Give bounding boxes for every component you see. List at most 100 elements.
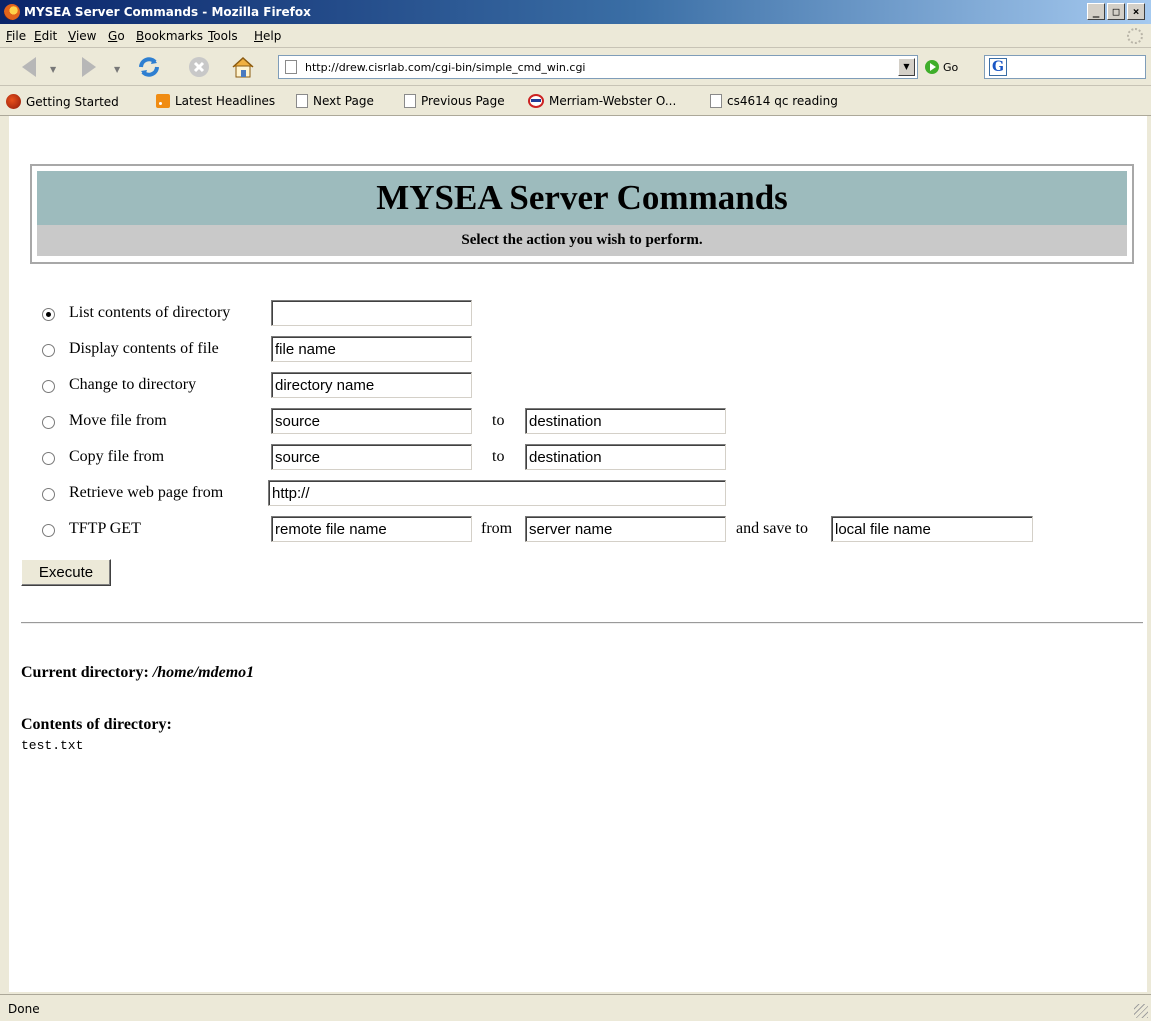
- bookmark-next-page[interactable]: Next Page: [296, 94, 374, 108]
- copy-source-input[interactable]: [271, 444, 472, 470]
- bookmark-merriam-webster[interactable]: Merriam-Webster O...: [528, 94, 676, 108]
- action-row-move: Move file from to: [9, 408, 1147, 438]
- file-name-input[interactable]: [271, 336, 472, 362]
- firefox-icon: [4, 4, 20, 20]
- back-dropdown-icon[interactable]: ▼: [50, 65, 56, 74]
- bookmark-label: cs4614 qc reading: [727, 94, 838, 108]
- menu-go[interactable]: Go: [108, 29, 125, 43]
- resize-grip-icon[interactable]: [1134, 1004, 1148, 1018]
- page-header: MYSEA Server Commands Select the action …: [30, 164, 1134, 264]
- action-row-list: List contents of directory: [9, 300, 1147, 330]
- merriam-webster-icon: [528, 94, 544, 108]
- page-icon: [296, 94, 308, 108]
- url-dropdown-icon[interactable]: ▼: [898, 58, 915, 76]
- page-content: MYSEA Server Commands Select the action …: [9, 116, 1147, 992]
- radio-copy-file[interactable]: [42, 452, 55, 465]
- radio-display-file[interactable]: [42, 344, 55, 357]
- navigation-toolbar: ▼ ▼ ▼ Go G: [0, 48, 1151, 86]
- page-icon: [285, 60, 297, 74]
- forward-button[interactable]: [74, 54, 104, 80]
- radio-list-directory[interactable]: [42, 308, 55, 321]
- move-destination-input[interactable]: [525, 408, 726, 434]
- bookmark-label: Latest Headlines: [175, 94, 276, 108]
- action-label: Display contents of file: [69, 340, 219, 357]
- page-title: MYSEA Server Commands: [37, 171, 1127, 225]
- maximize-button[interactable]: □: [1107, 3, 1125, 20]
- window-controls: _ □ ×: [1087, 3, 1145, 20]
- directory-input[interactable]: [271, 300, 472, 326]
- window-left-edge: [0, 116, 9, 994]
- menu-view[interactable]: View: [68, 29, 96, 43]
- menu-bookmarks[interactable]: Bookmarks: [136, 29, 203, 43]
- remote-file-input[interactable]: [271, 516, 472, 542]
- bookmark-latest-headlines[interactable]: Latest Headlines: [156, 94, 275, 108]
- search-box[interactable]: G: [984, 55, 1146, 79]
- bookmark-cs4614[interactable]: cs4614 qc reading: [710, 94, 838, 108]
- radio-retrieve-web-page[interactable]: [42, 488, 55, 501]
- menu-bar: File Edit View Go Bookmarks Tools Help: [0, 24, 1151, 48]
- divider: [21, 622, 1143, 624]
- go-label: Go: [943, 60, 959, 74]
- stop-icon: [189, 57, 209, 77]
- action-label: Change to directory: [69, 376, 197, 393]
- address-bar[interactable]: ▼: [278, 55, 918, 79]
- menu-help[interactable]: Help: [254, 29, 281, 43]
- radio-tftp-get[interactable]: [42, 524, 55, 537]
- from-label: from: [481, 520, 513, 537]
- action-row-retrieve: Retrieve web page from: [9, 480, 1147, 510]
- close-button[interactable]: ×: [1127, 3, 1145, 20]
- forward-arrow-icon: [82, 57, 96, 77]
- go-button[interactable]: Go: [925, 60, 958, 74]
- copy-destination-input[interactable]: [525, 444, 726, 470]
- action-row-display: Display contents of file: [9, 336, 1147, 366]
- bookmark-getting-started[interactable]: Getting Started: [6, 94, 119, 109]
- menu-tools[interactable]: Tools: [208, 29, 238, 43]
- page-icon: [710, 94, 722, 108]
- google-search-icon[interactable]: G: [989, 58, 1007, 76]
- contents-heading: Contents of directory:: [21, 716, 172, 733]
- menu-edit[interactable]: Edit: [34, 29, 57, 43]
- reload-button[interactable]: [134, 54, 164, 80]
- action-label: Move file from: [69, 412, 167, 429]
- menu-file[interactable]: File: [6, 29, 26, 43]
- bookmarks-toolbar: Getting Started Latest Headlines Next Pa…: [0, 86, 1151, 116]
- action-label: TFTP GET: [69, 520, 141, 537]
- go-icon: [925, 60, 939, 74]
- minimize-button[interactable]: _: [1087, 3, 1105, 20]
- server-name-input[interactable]: [525, 516, 726, 542]
- forward-dropdown-icon[interactable]: ▼: [114, 65, 120, 74]
- back-button[interactable]: [14, 54, 44, 80]
- move-source-input[interactable]: [271, 408, 472, 434]
- execute-button[interactable]: Execute: [21, 559, 111, 586]
- radio-change-directory[interactable]: [42, 380, 55, 393]
- bookmark-label: Previous Page: [421, 94, 505, 108]
- action-row-copy: Copy file from to: [9, 444, 1147, 474]
- bookmark-previous-page[interactable]: Previous Page: [404, 94, 505, 108]
- local-file-input[interactable]: [831, 516, 1033, 542]
- back-arrow-icon: [22, 57, 36, 77]
- stop-button[interactable]: [184, 54, 214, 80]
- status-bar: Done: [0, 994, 1151, 1021]
- bookmark-label: Merriam-Webster O...: [549, 94, 677, 108]
- firefox-icon: [6, 94, 21, 109]
- radio-move-file[interactable]: [42, 416, 55, 429]
- current-directory-value: /home/mdemo1: [152, 664, 255, 681]
- home-button[interactable]: [228, 54, 258, 80]
- url-input[interactable]: [305, 59, 885, 75]
- page-subtitle: Select the action you wish to perform.: [37, 225, 1127, 256]
- home-icon: [232, 56, 254, 78]
- to-label: to: [492, 412, 505, 429]
- bookmark-label: Getting Started: [26, 94, 119, 109]
- action-label: Retrieve web page from: [69, 484, 224, 501]
- action-row-chdir: Change to directory: [9, 372, 1147, 402]
- throbber-icon: [1127, 28, 1143, 44]
- reload-icon: [139, 57, 159, 77]
- action-row-tftp: TFTP GET from and save to: [9, 516, 1147, 546]
- directory-name-input[interactable]: [271, 372, 472, 398]
- status-text: Done: [8, 1002, 40, 1016]
- web-url-input[interactable]: [268, 480, 726, 506]
- window-title-bar[interactable]: MYSEA Server Commands - Mozilla Firefox …: [0, 0, 1151, 24]
- file-list-item: test.txt: [21, 738, 84, 753]
- bookmark-label: Next Page: [313, 94, 374, 108]
- action-label: List contents of directory: [69, 304, 231, 321]
